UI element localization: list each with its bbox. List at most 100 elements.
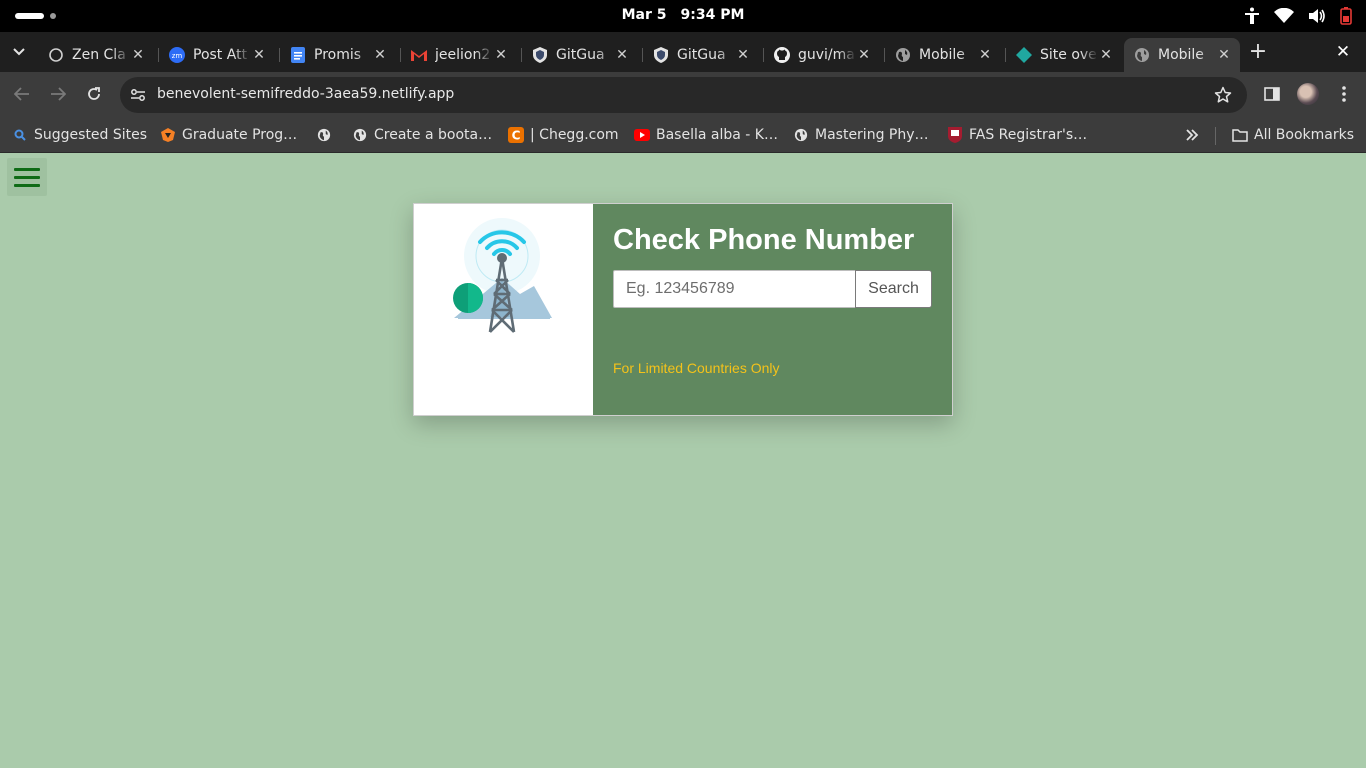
tab-item[interactable]: zm Post Att ✕ (159, 38, 275, 72)
chevron-double-right-icon (1186, 129, 1199, 141)
close-icon[interactable]: ✕ (977, 47, 993, 63)
more-vert-icon (1342, 86, 1346, 102)
bookmarks-bar: Suggested Sites Graduate Prog… Create a … (0, 117, 1366, 153)
bookmark-star-icon[interactable] (1213, 85, 1233, 105)
close-icon[interactable]: ✕ (493, 47, 509, 63)
browser-toolbar: benevolent-semifreddo-3aea59.netlify.app (0, 72, 1366, 117)
close-icon[interactable]: ✕ (735, 47, 751, 63)
phone-check-card: Check Phone Number Search For Limited Co… (413, 203, 953, 416)
bookmark-label: Basella alba - K… (656, 127, 778, 143)
side-panel-icon (1264, 87, 1280, 101)
bookmark-item[interactable]: C | Chegg.com (508, 124, 619, 146)
close-icon[interactable]: ✕ (251, 47, 267, 63)
tab-title: Mobile (919, 47, 965, 63)
svg-text:zm: zm (172, 52, 183, 60)
bookmark-item[interactable]: Create a boota… (352, 124, 492, 146)
close-icon[interactable]: ✕ (614, 47, 630, 63)
search-icon (12, 127, 28, 143)
bookmark-item[interactable]: Suggested Sites (12, 124, 147, 146)
tab-item[interactable]: Mobile ✕ (885, 38, 1001, 72)
tab-item[interactable]: Zen Cla ✕ (38, 38, 154, 72)
reload-button[interactable] (82, 82, 106, 106)
loading-icon (48, 47, 64, 63)
close-icon[interactable]: ✕ (856, 47, 872, 63)
tab-item[interactable]: guvi/ma ✕ (764, 38, 880, 72)
tab-title: Promis (314, 47, 362, 63)
bookmark-item[interactable] (316, 124, 338, 146)
close-icon[interactable]: ✕ (1098, 47, 1114, 63)
tab-title: Zen Cla (72, 47, 126, 63)
wifi-icon[interactable] (1274, 8, 1294, 24)
tab-item[interactable]: GitGua ✕ (643, 38, 759, 72)
window-close-button[interactable]: ✕ (1333, 42, 1353, 62)
gitguardian-icon (653, 47, 669, 63)
new-tab-button[interactable]: + (1247, 41, 1269, 64)
tab-item-active[interactable]: Mobile ✕ (1124, 38, 1240, 72)
tab-item[interactable]: Site ove ✕ (1006, 38, 1122, 72)
bookmark-item[interactable]: Graduate Prog… (160, 124, 297, 146)
bookmark-item[interactable]: Basella alba - K… (634, 124, 778, 146)
site-info-icon[interactable] (128, 85, 148, 105)
tab-title: guvi/ma (798, 47, 855, 63)
reload-icon (88, 87, 100, 100)
arrow-right-icon (51, 87, 66, 101)
forward-button[interactable] (46, 82, 70, 106)
cell-tower-icon (453, 218, 552, 333)
menu-bar-line (14, 167, 40, 171)
folder-icon (1232, 127, 1248, 143)
side-panel-button[interactable] (1260, 82, 1284, 106)
tab-search-button[interactable] (6, 40, 32, 64)
zoom-icon: zm (169, 47, 185, 63)
globe-icon (316, 127, 332, 143)
bookmark-label: | Chegg.com (530, 127, 619, 143)
back-button[interactable] (10, 82, 34, 106)
menu-bar-line (14, 183, 40, 187)
close-icon[interactable]: ✕ (1216, 47, 1232, 63)
tab-title: GitGua (677, 47, 726, 63)
os-time: 9:34 PM (680, 7, 745, 23)
bookmark-item[interactable]: FAS Registrar's… (947, 124, 1087, 146)
bookmark-label: FAS Registrar's… (969, 127, 1088, 143)
accessibility-icon[interactable] (1244, 7, 1260, 25)
netlify-icon (1016, 47, 1032, 63)
globe-icon (895, 47, 911, 63)
globe-icon (1134, 47, 1150, 63)
github-icon (774, 47, 790, 63)
svg-text:C: C (512, 129, 521, 143)
page-content: Check Phone Number Search For Limited Co… (0, 153, 1366, 768)
bookmark-label: Mastering Phy… (815, 127, 929, 143)
hamburger-menu-button[interactable] (7, 158, 47, 196)
tab-item[interactable]: Promis ✕ (280, 38, 396, 72)
close-icon[interactable]: ✕ (130, 47, 146, 63)
tab-title: jeelion2 (435, 47, 491, 63)
globe-icon (793, 127, 809, 143)
os-date: Mar 5 (621, 7, 667, 23)
close-icon[interactable]: ✕ (372, 47, 388, 63)
tab-title: Post Att (193, 47, 248, 63)
bookmark-item[interactable]: Mastering Phy… (793, 124, 929, 146)
all-bookmarks-button[interactable]: All Bookmarks (1232, 124, 1354, 146)
bookmark-label: Graduate Prog… (182, 127, 298, 143)
tab-title: Site ove (1040, 47, 1097, 63)
tab-item[interactable]: GitGua ✕ (522, 38, 638, 72)
volume-icon[interactable] (1308, 8, 1326, 24)
search-button[interactable]: Search (855, 270, 932, 308)
harvard-icon (947, 127, 963, 143)
card-form-panel: Check Phone Number Search For Limited Co… (593, 204, 952, 415)
tab-strip: Zen Cla ✕ zm Post Att ✕ Promis ✕ jeelion… (0, 32, 1366, 72)
arrow-left-icon (14, 87, 29, 101)
tab-item[interactable]: jeelion2 ✕ (401, 38, 517, 72)
battery-icon[interactable] (1340, 7, 1352, 25)
limited-countries-note: For Limited Countries Only (613, 360, 780, 376)
profile-avatar[interactable] (1297, 83, 1319, 105)
system-tray[interactable] (1244, 6, 1352, 26)
bookmark-label: Suggested Sites (34, 127, 148, 143)
os-clock[interactable]: Mar 5 9:34 PM (0, 7, 1366, 23)
gitguardian-icon (532, 47, 548, 63)
globe-icon (352, 127, 368, 143)
phone-number-input[interactable] (613, 270, 856, 308)
address-bar[interactable]: benevolent-semifreddo-3aea59.netlify.app (120, 77, 1247, 113)
more-bookmarks-button[interactable] (1185, 124, 1199, 146)
menu-button[interactable] (1332, 82, 1356, 106)
chevron-down-icon (13, 48, 25, 56)
